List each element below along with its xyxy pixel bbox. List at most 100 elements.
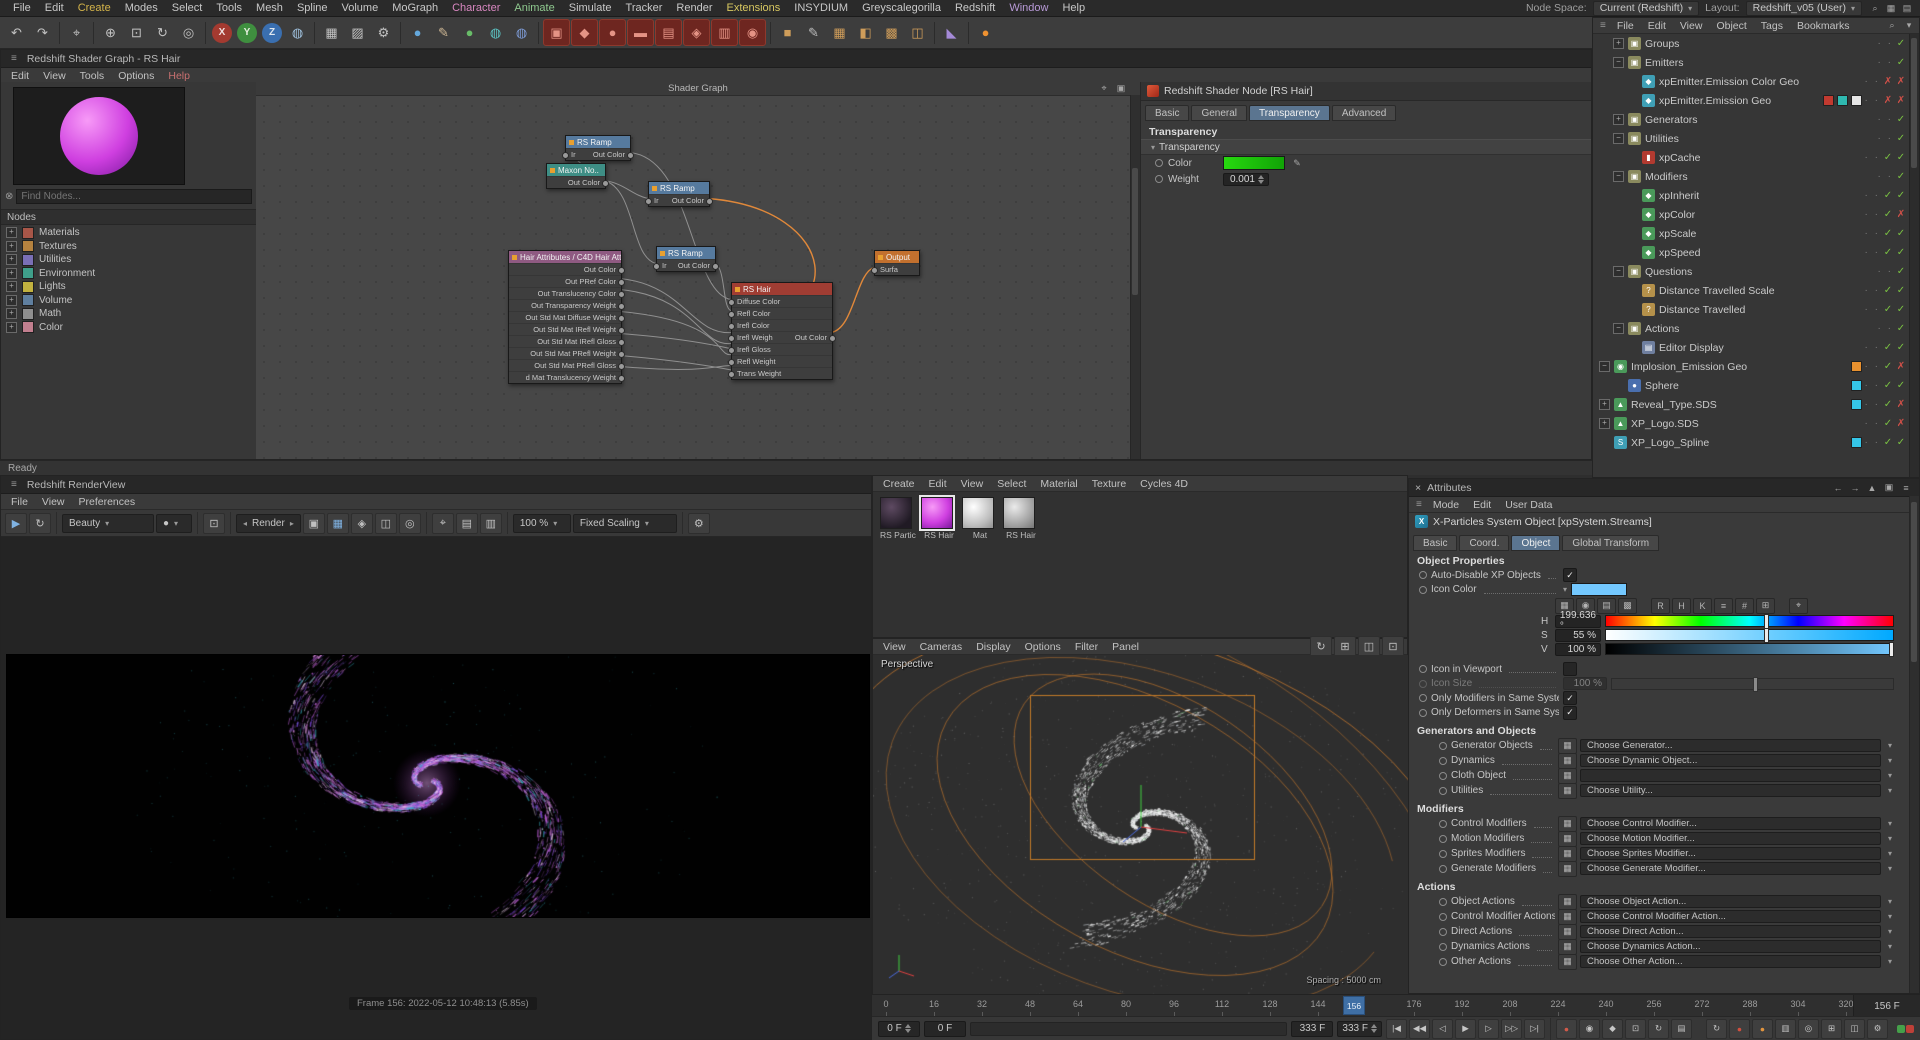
expand-icon[interactable]: + [6,240,17,252]
ab-compare-b-button[interactable]: ▥ [479,512,502,534]
autokeying-button[interactable]: ◉ [1579,1018,1600,1039]
row-options-icon[interactable]: ▾ [1884,864,1896,873]
enabled-check-icon[interactable]: ✓ [1896,323,1906,334]
enabled-check-icon[interactable]: ✓ [1883,152,1893,163]
node-picker-icon[interactable]: ▦ [1558,782,1577,799]
menu-tools[interactable]: Tools [209,2,249,14]
expand-icon[interactable]: − [1599,361,1610,372]
window-menu-icon[interactable]: ≡ [7,479,21,490]
node-category-color[interactable]: + Color [1,321,256,335]
expand-icon[interactable]: − [1613,57,1624,68]
enabled-check-icon[interactable]: ✓ [1896,247,1906,258]
record-position-button[interactable]: ◆ [1602,1018,1623,1039]
om-row-generators[interactable]: + ▣ Generators · · ✓ [1593,110,1910,129]
render-settings-button[interactable]: ⚙ [371,20,396,45]
om-row-xpemitter-emission-geo[interactable]: +◆xpEmitter.Emission Geo· ·✗✗ [1593,91,1910,110]
visibility-dots-icon[interactable]: · · [1865,437,1880,448]
sound-toggle-button[interactable]: ▥ [1775,1018,1796,1039]
attr-tab-coord[interactable]: Coord. [1459,535,1510,551]
panel-options-icon[interactable]: ≡ [1899,482,1913,494]
dynamics-choose-button[interactable]: Choose Dynamic Object... [1580,754,1881,767]
utilities-choose-button[interactable]: Choose Utility... [1580,784,1881,797]
extrude-object-button[interactable]: ◧ [853,20,878,45]
redo-button[interactable]: ↷ [30,20,55,45]
spectrum-mode-icon[interactable]: ▤ [1597,597,1616,614]
input-port-icon[interactable] [562,152,569,159]
node-picker-icon[interactable]: ▦ [1558,767,1577,784]
menu-help[interactable]: Help [1055,2,1092,14]
node-picker-icon[interactable]: ▦ [1558,908,1577,925]
om-row-editor-display[interactable]: +▤Editor Display· ·✓✓ [1593,338,1910,357]
render-queue-indicator[interactable]: ● [1729,1018,1750,1039]
menu-tags[interactable]: Tags [1754,20,1790,32]
input-port-icon[interactable] [728,299,735,306]
node-picker-icon[interactable]: ▦ [1558,923,1577,940]
om-row-questions[interactable]: − ▣ Questions · · ✓ [1593,262,1910,281]
material-rs-hair[interactable]: RS Hair [919,495,957,540]
expand-icon[interactable]: − [1613,323,1624,334]
disabled-x-icon[interactable]: ✗ [1896,209,1906,220]
transparency-group-header[interactable]: ▾ Transparency [1141,139,1591,155]
pin-material-icon[interactable]: ▣ [1114,82,1128,94]
menu-view[interactable]: View [1673,20,1710,32]
node-picker-icon[interactable]: ▦ [1558,860,1577,877]
subdivision-surface-button[interactable]: ▦ [827,20,852,45]
menu-help[interactable]: Help [161,70,197,82]
node-port-row[interactable]: Out Color [509,263,625,275]
render-layer-select[interactable]: ◂ Render ▸ [236,513,301,533]
menu-options[interactable]: Options [1018,641,1068,653]
attr-tab-object[interactable]: Object [1511,535,1561,551]
transparency-color-swatch[interactable] [1223,156,1285,170]
output-port-icon[interactable] [627,152,634,159]
renderview-settings-button[interactable]: ⚙ [687,512,710,534]
zoom-select[interactable]: 100 % ▾ [512,513,571,533]
compact-mode-icon[interactable]: ⊞ [1756,597,1775,614]
transparency-weight-field[interactable]: 0.001 [1223,172,1269,186]
prev-key-button[interactable]: ◀◀ [1409,1018,1430,1039]
expand-icon[interactable]: + [6,227,17,239]
viewport-maximize-icon[interactable]: ⊡ [1382,636,1404,657]
layout-select[interactable]: Redshift_v05 (User) ▾ [1745,0,1862,16]
om-row-actions[interactable]: − ▣ Actions · · ✓ [1593,319,1910,338]
output-port-icon[interactable] [618,375,625,382]
visibility-dots-icon[interactable]: · · [1878,38,1893,49]
enabled-check-icon[interactable]: ✓ [1883,228,1893,239]
field-object-button[interactable]: ◫ [905,20,930,45]
slider-handle[interactable] [1889,642,1894,657]
enabled-check-icon[interactable]: ✓ [1883,399,1893,410]
scale-tool-button[interactable]: ⊡ [124,20,149,45]
viewport-canvas[interactable] [873,655,1409,995]
input-port-icon[interactable] [871,267,878,274]
spinner-icon[interactable] [905,1024,911,1033]
visibility-dots-icon[interactable]: · · [1865,285,1880,296]
current-frame-field[interactable]: 156 F [1853,995,1920,1017]
menu-window[interactable]: Window [1002,2,1055,14]
input-port-icon[interactable] [653,263,660,270]
om-row-distance-travelled-scale[interactable]: +?Distance Travelled Scale· ·✓✓ [1593,281,1910,300]
menu-view[interactable]: View [36,70,73,82]
node-port-row[interactable]: Out Std Mat PRefl Weight [509,347,625,359]
output-port-icon[interactable] [618,291,625,298]
om-row-xpspeed[interactable]: +◆xpSpeed· ·✓✓ [1593,243,1910,262]
menu-view[interactable]: View [876,641,913,653]
sky-object-button[interactable]: ● [405,20,430,45]
sprites-modifiers-choose-button[interactable]: Choose Sprites Modifier... [1580,847,1881,860]
node-category-textures[interactable]: + Textures [1,240,256,254]
om-row-modifiers[interactable]: − ▣ Modifiers · · ✓ [1593,167,1910,186]
enabled-check-icon[interactable]: ✓ [1896,114,1906,125]
auto-disable-checkbox[interactable]: ✓ [1563,568,1577,583]
node-port-row[interactable]: Out Std Mat IRefl Gloss [509,335,625,347]
menu-redshift[interactable]: Redshift [948,2,1002,14]
menu-material[interactable]: Material [1033,478,1084,490]
kelvin-mode-icon[interactable]: K [1693,597,1712,614]
expand-icon[interactable]: + [1613,114,1624,125]
row-options-icon[interactable]: ▾ [1884,942,1896,951]
timeline-end-field[interactable]: 333 F [1337,1020,1382,1037]
rotate-tool-button[interactable]: ↻ [150,20,175,45]
lock-z-axis-button[interactable]: Z [262,22,282,43]
input-port-icon[interactable] [728,359,735,366]
menu-edit[interactable]: Edit [922,478,954,490]
disabled-x-icon[interactable]: ✗ [1883,76,1893,87]
graph-node-output[interactable]: Output Surfa [871,250,920,276]
menu-options[interactable]: Options [111,70,161,82]
